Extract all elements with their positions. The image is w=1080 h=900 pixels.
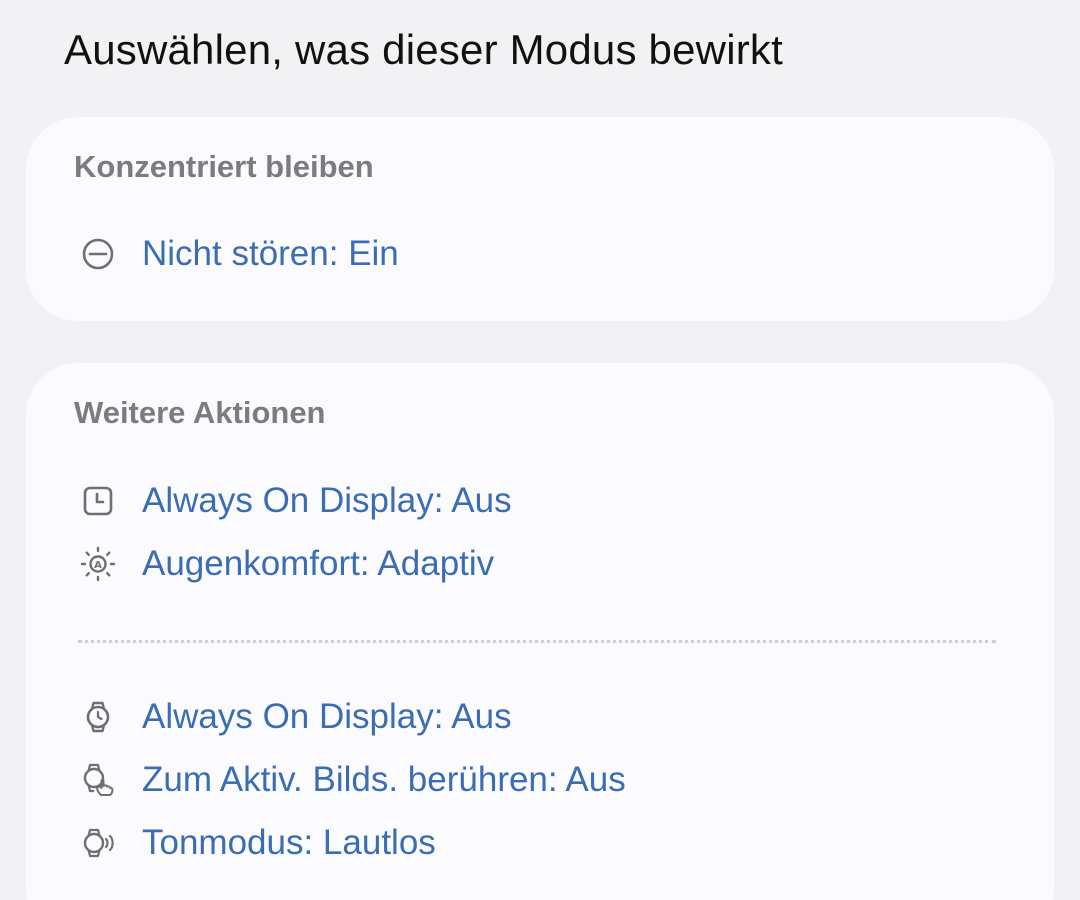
eye-comfort-row[interactable]: A Augenkomfort: Adaptiv [78, 539, 494, 589]
do-not-disturb-label: Nicht stören: Ein [142, 234, 399, 273]
mode-settings-page: Auswählen, was dieser Modus bewirkt Konz… [0, 0, 1080, 900]
sound-mode-label: Tonmodus: Lautlos [142, 823, 436, 862]
always-on-display-phone-label: Always On Display: Aus [142, 481, 512, 520]
do-not-disturb-icon [78, 234, 118, 274]
page-title: Auswählen, was dieser Modus bewirkt [64, 26, 783, 73]
sound-mode-row[interactable]: Tonmodus: Lautlos [78, 818, 436, 868]
svg-text:A: A [94, 560, 102, 571]
section-divider [78, 640, 996, 643]
touch-to-wake-label: Zum Aktiv. Bilds. berühren: Aus [142, 760, 626, 799]
eye-comfort-icon: A [78, 544, 118, 584]
more-actions-card: Weitere Aktionen Always On Display: Aus … [26, 363, 1054, 900]
touch-to-wake-row[interactable]: Zum Aktiv. Bilds. berühren: Aus [78, 755, 626, 805]
section-header-focus: Konzentriert bleiben [74, 149, 374, 184]
always-on-display-phone-row[interactable]: Always On Display: Aus [78, 476, 512, 526]
watch-icon [78, 697, 118, 737]
always-on-display-watch-label: Always On Display: Aus [142, 697, 512, 736]
do-not-disturb-row[interactable]: Nicht stören: Ein [78, 229, 399, 279]
always-on-display-watch-row[interactable]: Always On Display: Aus [78, 692, 512, 742]
section-header-more: Weitere Aktionen [74, 395, 326, 430]
focus-card: Konzentriert bleiben Nicht stören: Ein [26, 117, 1054, 321]
watch-touch-icon [78, 760, 118, 800]
eye-comfort-label: Augenkomfort: Adaptiv [142, 544, 495, 583]
clock-icon [78, 481, 118, 521]
watch-sound-icon [78, 823, 118, 863]
